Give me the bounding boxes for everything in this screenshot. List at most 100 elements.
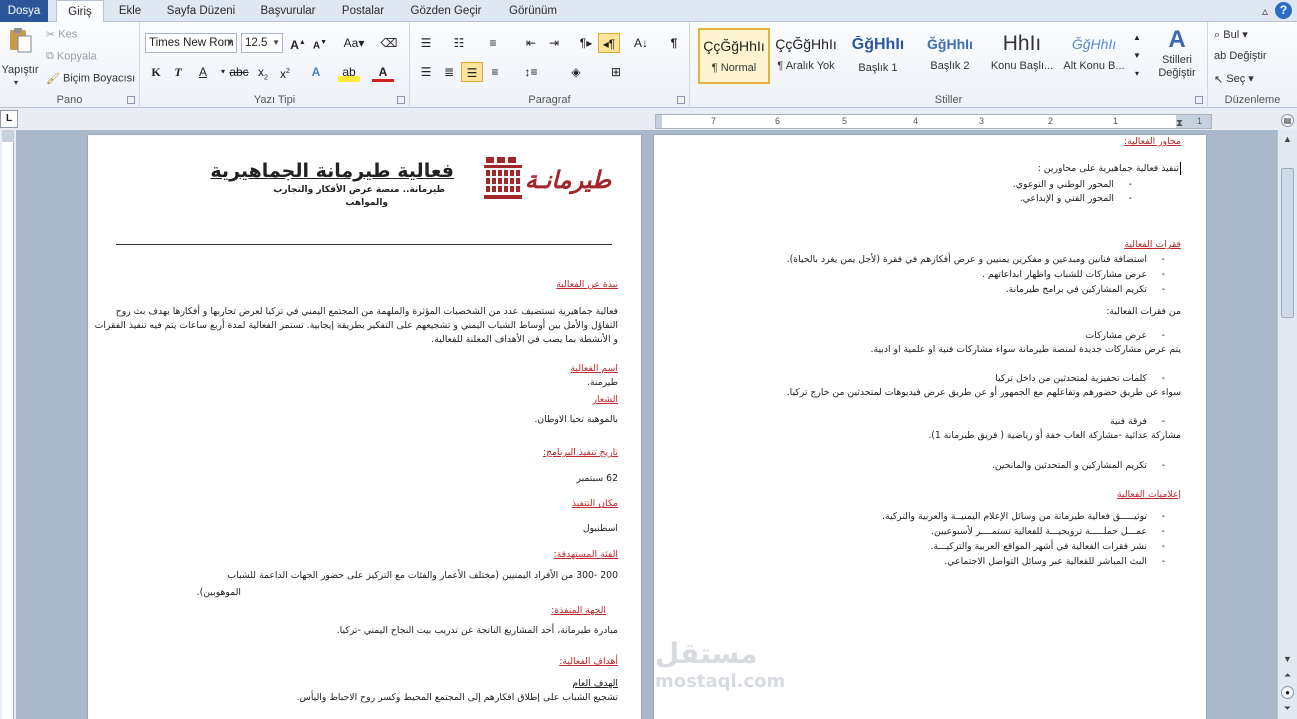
segment-item: استضافة فنانين ومبدعين و مفكرين يمنيين و… [787,253,1166,266]
decrease-indent-icon[interactable]: ⇤ [520,33,542,53]
highlight-icon[interactable]: ab [338,62,360,82]
shrink-font-icon[interactable]: A▼ [309,33,331,53]
format-painter-button[interactable]: 🖌 Biçim Boyacısı [46,72,135,85]
bullets-icon[interactable]: ☰ [415,33,437,53]
tab-page-layout[interactable]: Sayfa Düzeni [158,0,244,22]
change-styles-button[interactable]: A Stilleri Değiştir [1152,26,1202,80]
page-2[interactable]: محاور الفعالية: تنفيذ فعالية جماهيرية عل… [654,135,1206,719]
font-group-label: Yazı Tipi [253,94,296,106]
tab-insert[interactable]: Ekle [110,0,150,22]
segments-heading: فقرات الفعالية [1124,239,1181,250]
styles-scroll-up-icon[interactable]: ▲ [1130,28,1144,48]
vertical-ruler[interactable] [2,130,14,719]
style-heading-1[interactable]: ĞğHhIı Başlık 1 [842,28,914,84]
style-no-spacing[interactable]: ÇçĞğHhIı ¶ Aralık Yok [770,28,842,84]
browse-object-icon[interactable]: ● [1281,686,1294,699]
tab-review[interactable]: Gözden Geçir [402,0,490,22]
paste-icon[interactable] [6,26,38,53]
underline-icon[interactable]: A [192,62,214,82]
styles-scroll-down-icon[interactable]: ▼ [1130,46,1144,66]
view-ruler-icon[interactable]: ▤ [1281,114,1294,127]
minimize-ribbon-icon[interactable]: ▵ [1257,3,1273,19]
document-area[interactable]: طيرمانـة فعالية طيرمانة الجماهيرية طيرما… [16,130,1277,719]
text-effects-icon[interactable]: A [305,62,327,82]
style-sample: HhIı [1002,32,1042,55]
bold-icon[interactable]: K [145,62,167,82]
document-subtitle-2: والمواهب [345,198,388,208]
style-title[interactable]: HhIı Konu Başlı... [986,28,1058,84]
paste-button[interactable]: Yapıştır [0,64,40,76]
rtl-direction-icon[interactable]: ◂¶ [598,33,620,53]
italic-icon[interactable]: T [167,62,189,82]
style-normal[interactable]: ÇçĞğHhIı ¶ Normal [698,28,770,84]
change-case-icon[interactable]: Aa▾ [340,33,368,53]
align-right-icon[interactable]: ☰ [461,62,483,82]
font-group: Times New Rom ▼ 12.5 ▼ A▲ A▼ Aa▾ ⌫ K T A ▾… [140,22,410,108]
numbering-icon[interactable]: ☷ [448,33,470,53]
tab-file[interactable]: Dosya [0,0,48,22]
align-center-icon[interactable]: ≣ [438,62,460,82]
copy-button[interactable]: ⧉ Kopyala [46,50,97,63]
borders-icon[interactable]: ⊞ [605,62,627,82]
multilevel-list-icon[interactable]: ≡ [482,33,504,53]
ruler-tick: 1 [1197,116,1203,126]
grow-font-icon[interactable]: A▲ [287,33,309,53]
sort-icon[interactable]: A↓ [630,33,652,53]
name-value: طيرمنة. [586,377,618,388]
find-button[interactable]: ⌕ Bul ▾ [1214,28,1248,42]
vertical-scrollbar[interactable]: ▤ ▲ ▼ ⏶ ● ⏷ [1277,114,1297,719]
ruler-tick: 4 [913,116,919,126]
cut-button[interactable]: ✂ Kes [46,28,77,41]
general-goal-value: تشجيع الشباب على إطلاق افكارهم إلى المجت… [296,692,618,703]
scrollbar-thumb[interactable] [1281,168,1294,318]
style-name: ¶ Aralık Yok [777,60,835,72]
help-icon[interactable]: ? [1275,2,1292,19]
horizontal-ruler[interactable]: 7 6 5 4 3 2 1 1 ⧗ [655,114,1212,129]
strikethrough-icon[interactable]: abc [228,62,250,82]
align-left-icon[interactable]: ☰ [415,62,437,82]
replace-icon: ab [1214,50,1227,63]
date-value: 62 سبتمبر [576,473,618,484]
styles-more-icon[interactable]: ▾ [1130,64,1144,84]
clipboard-launcher-icon[interactable] [127,96,135,104]
tab-home[interactable]: Giriş [56,0,104,23]
styles-launcher-icon[interactable] [1195,96,1203,104]
font-size-combo[interactable]: 12.5 ▼ [241,33,283,53]
general-goal-heading: الهدف العام [572,678,618,689]
font-name-combo[interactable]: Times New Rom ▼ [145,33,237,53]
tab-selector[interactable]: L [0,110,18,128]
tab-mailings[interactable]: Postalar [334,0,392,22]
select-button[interactable]: ↖ Seç ▾ [1214,72,1254,86]
slogan-heading: الشعار [592,394,618,405]
ltr-direction-icon[interactable]: ¶▸ [575,33,597,53]
tab-view[interactable]: Görünüm [500,0,566,22]
next-page-icon[interactable]: ⏷ [1281,703,1294,714]
font-color-icon[interactable]: A [372,62,394,82]
about-line-1: فعالية جماهيرية تستضيف عدد من الشخصيات ا… [115,306,618,317]
scroll-down-icon[interactable]: ▼ [1281,654,1294,664]
subscript-icon[interactable]: x2 [252,62,274,82]
media-heading: إعلاميات الفعالية [1116,489,1181,500]
shading-icon[interactable]: ◈ [565,62,587,82]
tab-references[interactable]: Başvurular [252,0,324,22]
style-subtitle[interactable]: ĞğHhIı Alt Konu B... [1058,28,1130,84]
watermark-latin: mostaql.com [655,671,786,692]
indent-marker-icon[interactable]: ⧗ [1176,118,1183,129]
scroll-up-icon[interactable]: ▲ [1281,134,1294,144]
binoculars-icon: ⌕ [1214,28,1221,41]
line-spacing-icon[interactable]: ↕≡ [520,62,542,82]
show-marks-icon[interactable]: ¶ [663,33,685,53]
clear-formatting-icon[interactable]: ⌫ [378,33,400,53]
superscript-icon[interactable]: x2 [274,62,296,82]
style-heading-2[interactable]: ĞğHhIı Başlık 2 [914,28,986,84]
ribbon: Yapıştır ▾ ✂ Kes ⧉ Kopyala 🖌 Biçim Boyac… [0,22,1297,108]
increase-indent-icon[interactable]: ⇥ [543,33,565,53]
justify-icon[interactable]: ≡ [484,62,506,82]
previous-page-icon[interactable]: ⏶ [1281,670,1294,681]
page-1[interactable]: طيرمانـة فعالية طيرمانة الجماهيرية طيرما… [88,135,641,719]
paste-dropdown-icon[interactable]: ▾ [14,78,18,87]
paragraph-launcher-icon[interactable] [677,96,685,104]
replace-button[interactable]: ab Değiştir [1214,50,1267,62]
change-styles-label: Stilleri Değiştir [1158,54,1196,79]
font-launcher-icon[interactable] [397,96,405,104]
